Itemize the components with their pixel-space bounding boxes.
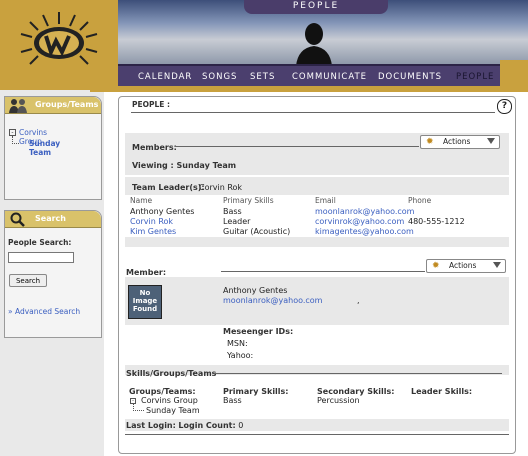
help-icon[interactable]: ? xyxy=(497,99,512,114)
row-skill: Bass xyxy=(223,207,242,216)
nav-communicate[interactable]: COMMUNICATE xyxy=(292,72,367,82)
col-name: Name xyxy=(130,196,153,205)
collapse-icon[interactable]: - xyxy=(9,129,16,136)
login-info: Last Login: Login Count: 0 xyxy=(126,421,243,430)
login-count-value: 0 xyxy=(238,421,244,430)
row-phone: 480-555-1212 xyxy=(408,217,465,226)
team-table: Name Primary Skills Email Phone Anthony … xyxy=(125,195,509,237)
search-button[interactable]: Search xyxy=(9,274,47,287)
people-group-icon xyxy=(9,99,27,113)
row-email[interactable]: corvinrok@yahoo.com xyxy=(315,217,404,226)
login-count-label: Login Count: xyxy=(178,421,236,430)
title-divider xyxy=(131,112,495,113)
worship-logo-icon xyxy=(20,12,98,65)
section-title-tab: PEOPLE xyxy=(244,0,388,14)
member-photo-placeholder: No Image Found xyxy=(128,285,162,319)
search-header: Search xyxy=(5,211,101,228)
col-email: Email xyxy=(315,196,336,205)
tree-connector xyxy=(12,136,19,144)
primary-skill-value: Bass xyxy=(223,396,242,405)
members-rule xyxy=(175,146,419,147)
gear-icon: ✹ xyxy=(432,261,440,271)
nav-calendar[interactable]: CALENDAR xyxy=(138,72,192,82)
gear-icon: ✹ xyxy=(426,137,434,147)
actions-label: Actions xyxy=(449,261,477,270)
member-label: Member: xyxy=(126,268,167,277)
team-leader-value: Corvin Rok xyxy=(199,183,243,192)
row-email[interactable]: moonlanrok@yahoo.com xyxy=(315,207,414,216)
photo-text: Found xyxy=(132,305,158,313)
people-search-label: People Search: xyxy=(8,238,72,247)
members-actions-dropdown[interactable]: ✹ Actions xyxy=(420,135,500,149)
member-name: Anthony Gentes xyxy=(223,286,288,295)
messenger-area: Meseenger IDs: MSN: Yahoo: xyxy=(223,327,509,367)
person-silhouette-icon xyxy=(296,23,332,66)
nav-people[interactable]: PEOPLE xyxy=(456,72,494,82)
bottom-rule xyxy=(125,434,509,435)
row-name[interactable]: Kim Gentes xyxy=(130,227,176,236)
member-actions-dropdown[interactable]: ✹ Actions xyxy=(426,259,506,273)
team-leader-label: Team Leader(s): xyxy=(132,183,205,192)
actions-label: Actions xyxy=(443,137,471,146)
nav-songs[interactable]: SONGS xyxy=(202,72,237,82)
nav-documents[interactable]: DOCUMENTS xyxy=(378,72,442,82)
msn-label: MSN: xyxy=(227,339,248,348)
row-email[interactable]: kimagentes@yahoo.com xyxy=(315,227,414,236)
skills-team: Sunday Team xyxy=(146,406,200,415)
photo-text: Image xyxy=(132,297,158,305)
groups-teams-panel: Groups/Teams - Corvins Group Sunday Team xyxy=(4,96,102,200)
people-search-input[interactable] xyxy=(8,252,74,263)
members-label: Members: xyxy=(132,143,177,152)
row-skill: Leader xyxy=(223,217,251,226)
tree-connector xyxy=(133,403,144,411)
header-bottom-bar xyxy=(90,86,528,92)
primary-skills-header: Primary Skills: xyxy=(223,387,289,396)
page-title: PEOPLE : xyxy=(132,100,171,109)
advanced-search-link[interactable]: » Advanced Search xyxy=(8,307,80,316)
member-rule xyxy=(221,271,425,272)
chevron-down-icon xyxy=(487,138,495,144)
col-phone: Phone xyxy=(408,196,432,205)
search-panel: Search People Search: Search » Advanced … xyxy=(4,210,102,338)
row-skill: Guitar (Acoustic) xyxy=(223,227,291,236)
messenger-label: Meseenger IDs: xyxy=(223,327,294,336)
row-name[interactable]: Corvin Rok xyxy=(130,217,173,226)
skills-rule xyxy=(214,373,502,374)
leader-skills-header: Leader Skills: xyxy=(411,387,473,396)
top-navigation: CALENDAR SONGS SETS COMMUNICATE DOCUMENT… xyxy=(118,64,528,88)
nav-sets[interactable]: SETS xyxy=(250,72,275,82)
member-comma: , xyxy=(357,296,360,305)
tree-team-sunday[interactable]: Sunday Team xyxy=(29,139,60,157)
magnifier-icon xyxy=(10,212,25,227)
viewing-label: Viewing : Sunday Team xyxy=(132,161,237,170)
member-email[interactable]: moonlanrok@yahoo.com xyxy=(223,296,322,305)
last-login-label: Last Login: xyxy=(126,421,176,430)
col-skills: Primary Skills xyxy=(223,196,274,205)
photo-text: No xyxy=(139,289,151,297)
row-name[interactable]: Anthony Gentes xyxy=(130,207,194,216)
yahoo-label: Yahoo: xyxy=(227,351,254,360)
main-panel: PEOPLE : ? Members: ✹ Actions Viewing : … xyxy=(118,96,516,454)
groups-teams-title: Groups/Teams xyxy=(35,100,99,109)
groups-teams-header: Groups/Teams xyxy=(5,97,101,114)
skills-group: Corvins Group xyxy=(141,396,198,405)
groups-teams-header: Groups/Teams: xyxy=(129,387,196,396)
chevron-down-icon xyxy=(493,262,501,268)
search-title: Search xyxy=(35,214,66,223)
secondary-skill-value: Percussion xyxy=(317,396,360,405)
skills-section-label: Skills/Groups/Teams xyxy=(126,369,217,378)
secondary-skills-header: Secondary Skills: xyxy=(317,387,395,396)
